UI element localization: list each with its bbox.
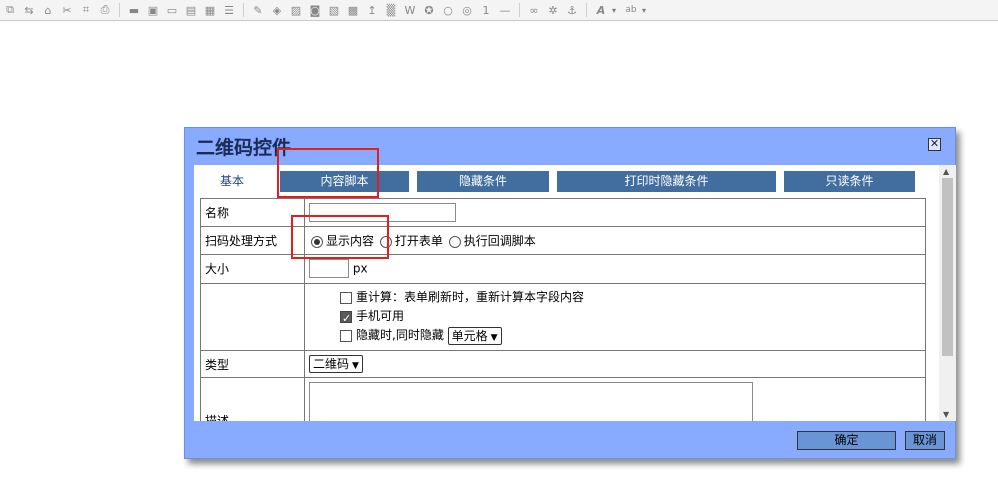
circle-icon[interactable]: ○	[440, 2, 456, 18]
copy-icon[interactable]: ⧉	[2, 2, 18, 18]
frame-icon[interactable]: ⌗	[78, 2, 94, 18]
archive-icon[interactable]: ▤	[183, 2, 199, 18]
form-row-scan: 扫码处理方式 显示内容 打开表单 执行回调脚本	[201, 227, 925, 255]
property-form: 名称 扫码处理方式 显示内容 打开表单 执行回调脚本 大小 px 重计算：表单刷…	[200, 198, 926, 421]
tab-basic[interactable]: 基本	[198, 171, 266, 192]
record-icon[interactable]: ◎	[459, 2, 475, 18]
link-icon[interactable]: ✂	[59, 2, 75, 18]
save-icon[interactable]: ▣	[145, 2, 161, 18]
recalc-option: 重计算：表单刷新时，重新计算本字段内容	[340, 288, 925, 307]
recalc-checkbox[interactable]	[340, 291, 352, 304]
radio-open-form[interactable]	[379, 235, 392, 248]
radio-show-content[interactable]	[311, 235, 323, 248]
recalc-label: 重计算：表单刷新时，重新计算本字段内容	[356, 290, 585, 304]
mobile-label: 手机可用	[356, 309, 405, 323]
share-icon[interactable]: ⇆	[21, 2, 37, 18]
scroll-thumb[interactable]	[942, 178, 953, 356]
type-label: 类型	[201, 351, 305, 377]
chevron-down-icon: ▼	[352, 361, 359, 371]
hide-target-value: 单元格	[451, 328, 488, 343]
highlight-icon[interactable]: ab	[623, 2, 639, 18]
page-icon[interactable]: ▭	[164, 2, 180, 18]
chain-link-icon[interactable]: ∞	[526, 2, 542, 18]
settings-icon[interactable]: ✲	[545, 2, 561, 18]
radio-show-content-label: 显示内容	[326, 234, 375, 248]
toolbar-divider	[519, 3, 520, 17]
form-row-type: 类型 二维码 ▼	[201, 351, 925, 378]
qrcode-icon[interactable]: ▒	[383, 2, 399, 18]
stamp-icon[interactable]: ✪	[421, 2, 437, 18]
document-icon[interactable]: ▦	[202, 2, 218, 18]
number-icon[interactable]: 1	[478, 2, 494, 18]
tab-content-script[interactable]: 内容脚本	[280, 171, 409, 192]
options-label	[201, 284, 305, 350]
radio-open-form-label: 打开表单	[394, 234, 443, 248]
size-unit: px	[352, 261, 368, 276]
print-icon[interactable]: ⎙	[97, 2, 113, 18]
ok-button[interactable]: 确定	[797, 431, 896, 450]
desc-cell	[305, 378, 925, 421]
desc-label: 描述	[201, 378, 305, 421]
chevron-down-icon: ▼	[490, 332, 498, 343]
tab-hide-condition[interactable]: 隐藏条件	[417, 171, 549, 192]
size-label: 大小	[201, 255, 305, 283]
chevron-down-icon[interactable]: ▾	[612, 6, 620, 15]
line-icon[interactable]: ▬	[126, 2, 142, 18]
hide-target-select[interactable]: 单元格 ▼	[447, 326, 502, 345]
size-cell: px	[305, 255, 925, 283]
hide-checkbox[interactable]	[340, 329, 352, 342]
chevron-down-icon[interactable]: ▾	[642, 6, 650, 15]
layers-icon[interactable]: ◈	[269, 2, 285, 18]
type-cell: 二维码 ▼	[305, 351, 925, 377]
form-row-desc: 描述	[201, 378, 925, 421]
close-button[interactable]: ✕	[928, 138, 941, 151]
close-icon: ✕	[929, 137, 940, 150]
type-select[interactable]: 二维码 ▼	[309, 355, 363, 373]
form-row-name: 名称	[201, 199, 925, 227]
type-value: 二维码	[313, 357, 350, 371]
hr-icon[interactable]: —	[497, 2, 513, 18]
image-icon[interactable]: ▨	[288, 2, 304, 18]
word-icon[interactable]: W	[402, 2, 418, 18]
cancel-button[interactable]: 取消	[905, 431, 945, 450]
form-row-options: 重计算：表单刷新时，重新计算本字段内容 手机可用 隐藏时,同时隐藏 单元格▼	[201, 284, 925, 351]
tab-print-hide-condition[interactable]: 打印时隐藏条件	[557, 171, 776, 192]
chart-icon[interactable]: ▧	[326, 2, 342, 18]
pin-icon[interactable]: ↥	[364, 2, 380, 18]
name-label: 名称	[201, 199, 305, 226]
radio-callback-script-label: 执行回调脚本	[463, 234, 536, 248]
desc-textarea[interactable]	[309, 382, 753, 421]
toolbar-divider	[243, 3, 244, 17]
map-icon[interactable]: ▩	[345, 2, 361, 18]
scroll-down-icon[interactable]: ▼	[943, 410, 949, 419]
toolbar-divider	[119, 3, 120, 17]
toolbar-divider	[586, 3, 587, 17]
mobile-option: 手机可用	[340, 307, 925, 328]
radio-callback-script[interactable]	[448, 235, 461, 248]
hide-label: 隐藏时,同时隐藏	[356, 328, 444, 342]
vertical-scrollbar[interactable]: ▲ ▼	[939, 165, 956, 421]
font-color-icon[interactable]: A	[593, 2, 609, 18]
anchor-icon[interactable]: ⚓	[564, 2, 580, 18]
name-input[interactable]	[309, 203, 456, 222]
qrcode-control-dialog: 二维码控件 ✕ 基本 内容脚本 隐藏条件 打印时隐藏条件 只读条件 名称 扫码处…	[184, 127, 956, 459]
scan-mode-cell: 显示内容 打开表单 执行回调脚本	[305, 227, 925, 254]
pencil-icon[interactable]: ✎	[250, 2, 266, 18]
tab-readonly-condition[interactable]: 只读条件	[784, 171, 915, 192]
options-cell: 重计算：表单刷新时，重新计算本字段内容 手机可用 隐藏时,同时隐藏 单元格▼	[305, 284, 925, 350]
dialog-body: 基本 内容脚本 隐藏条件 打印时隐藏条件 只读条件 名称 扫码处理方式 显示内容…	[194, 165, 956, 421]
list-icon[interactable]: ☰	[221, 2, 237, 18]
tab-bar: 基本 内容脚本 隐藏条件 打印时隐藏条件 只读条件	[194, 171, 934, 193]
dialog-title: 二维码控件	[196, 137, 292, 159]
editor-toolbar: ⧉ ⇆ ⌂ ✂ ⌗ ⎙ ▬ ▣ ▭ ▤ ▦ ☰ ✎ ◈ ▨ ◙ ▧ ▩ ↥ ▒ …	[0, 0, 998, 21]
hide-option: 隐藏时,同时隐藏 单元格 ▼	[340, 326, 925, 345]
camera-icon[interactable]: ◙	[307, 2, 323, 18]
form-row-size: 大小 px	[201, 255, 925, 284]
scroll-up-icon[interactable]: ▲	[943, 167, 949, 176]
scan-mode-label: 扫码处理方式	[201, 227, 305, 254]
size-input[interactable]	[309, 259, 349, 278]
name-cell	[305, 199, 925, 226]
mobile-checkbox[interactable]	[340, 309, 352, 328]
house-icon[interactable]: ⌂	[40, 2, 56, 18]
